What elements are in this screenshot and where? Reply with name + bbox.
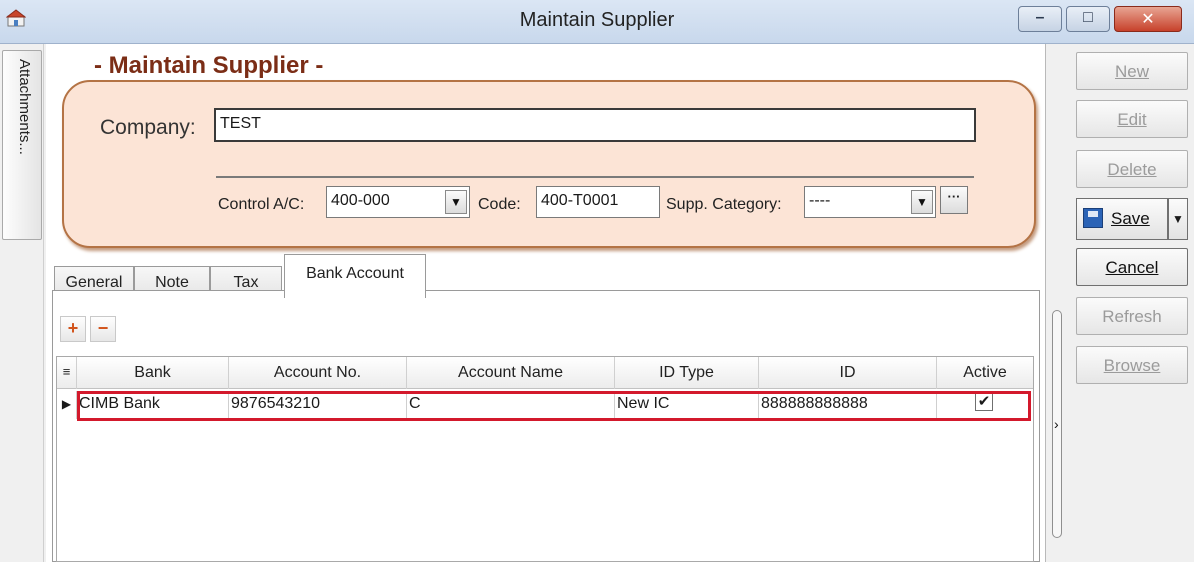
save-button[interactable]: Save [1076, 198, 1168, 240]
window-title: Maintain Supplier [519, 9, 675, 31]
new-label: New [1114, 62, 1149, 81]
supp-category-browse-button[interactable]: ··· [940, 186, 968, 214]
main-panel: - Maintain Supplier - Company: TEST Cont… [46, 44, 1046, 562]
minimize-button[interactable]: – [1018, 6, 1062, 32]
code-input[interactable]: 400-T0001 [536, 186, 660, 218]
left-strip: Attachments... [0, 44, 44, 562]
supp-category-value: ---- [809, 192, 831, 209]
column-header-id[interactable]: ID [759, 357, 937, 389]
refresh-button[interactable]: Refresh [1076, 297, 1188, 335]
column-header-id-type[interactable]: ID Type [615, 357, 759, 389]
new-button[interactable]: New [1076, 52, 1188, 90]
cell-active[interactable]: ✔ [937, 391, 1033, 419]
cell-account-no[interactable]: 9876543210 [229, 391, 407, 419]
save-label: Save [1111, 209, 1150, 228]
browse-button[interactable]: Browse [1076, 346, 1188, 384]
title-bar: Maintain Supplier – □ ✕ [0, 0, 1194, 44]
remove-row-button[interactable]: − [90, 316, 116, 342]
bank-account-grid: ≡ Bank Account No. Account Name ID Type … [56, 356, 1034, 562]
supp-category-select[interactable]: ---- ▼ [804, 186, 936, 218]
control-ac-select[interactable]: 400-000 ▼ [326, 186, 470, 218]
minimize-icon: – [1035, 9, 1045, 26]
delete-button[interactable]: Delete [1076, 150, 1188, 188]
minus-icon: − [97, 318, 109, 338]
supp-category-label: Supp. Category: [666, 196, 782, 213]
header-divider [216, 176, 974, 178]
maximize-button[interactable]: □ [1066, 6, 1110, 32]
cancel-label: Cancel [1105, 258, 1159, 277]
cell-id-type[interactable]: New IC [615, 391, 759, 419]
close-button[interactable]: ✕ [1114, 6, 1182, 32]
cell-id[interactable]: 888888888888 [759, 391, 937, 419]
floppy-disk-icon [1083, 208, 1103, 228]
control-ac-label: Control A/C: [218, 196, 305, 213]
column-header-account-name[interactable]: Account Name [407, 357, 615, 389]
add-row-button[interactable]: + [60, 316, 86, 342]
plus-icon: + [67, 318, 79, 338]
tab-bank-account[interactable]: Bank Account [284, 254, 426, 298]
save-options-dropdown[interactable]: ▼ [1168, 198, 1188, 240]
delete-label: Delete [1107, 160, 1157, 179]
column-header-account-no[interactable]: Account No. [229, 357, 407, 389]
column-chooser-icon[interactable]: ≡ [57, 357, 77, 389]
close-icon: ✕ [1141, 11, 1155, 28]
form-heading: - Maintain Supplier - [94, 52, 324, 79]
supplier-header-panel: Company: TEST Control A/C: 400-000 ▼ Cod… [62, 80, 1036, 248]
browse-label: Browse [1103, 356, 1161, 375]
edit-label: Edit [1117, 110, 1147, 129]
column-header-bank[interactable]: Bank [77, 357, 229, 389]
company-input[interactable]: TEST [214, 108, 976, 142]
column-header-active[interactable]: Active [937, 357, 1033, 389]
active-checkbox[interactable]: ✔ [975, 393, 993, 411]
cell-bank[interactable]: CIMB Bank [77, 391, 229, 419]
table-row[interactable]: ▶ CIMB Bank 9876543210 C New IC 88888888… [57, 391, 1033, 419]
attachments-tab[interactable]: Attachments... [2, 50, 42, 240]
attachments-label: Attachments... [16, 59, 33, 155]
panel-splitter[interactable]: › [1046, 44, 1066, 562]
grid-header: ≡ Bank Account No. Account Name ID Type … [57, 357, 1033, 389]
cancel-button[interactable]: Cancel [1076, 248, 1188, 286]
refresh-label: Refresh [1102, 307, 1162, 326]
company-label: Company: [100, 116, 196, 139]
control-ac-value: 400-000 [331, 192, 390, 209]
edit-button[interactable]: Edit [1076, 100, 1188, 138]
chevron-down-icon[interactable]: ▼ [445, 190, 467, 214]
chevron-down-icon[interactable]: ▼ [911, 190, 933, 214]
row-indicator-icon: ▶ [57, 391, 77, 419]
code-label: Code: [478, 196, 521, 213]
cell-account-name[interactable]: C [407, 391, 615, 419]
expand-arrow-icon[interactable]: › [1054, 416, 1059, 432]
maximize-icon: □ [1083, 9, 1093, 26]
